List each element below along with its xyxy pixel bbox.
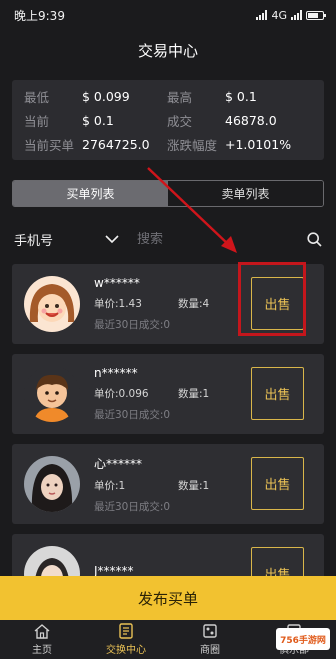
tab-sell-orders[interactable]: 卖单列表 xyxy=(168,181,323,206)
order-tabs: 买单列表 卖单列表 xyxy=(12,180,324,207)
status-time: 晚上9:39 xyxy=(14,8,65,23)
stat-label: 涨跌幅度 xyxy=(167,138,218,153)
status-indicators: 4G xyxy=(256,8,326,22)
list-item: w****** 单价:1.43 数量:4 最近30日成交:0 出售 xyxy=(12,264,324,344)
signal-icon xyxy=(256,10,268,20)
quantity: 数量:4 xyxy=(178,298,210,310)
chevron-down-icon xyxy=(105,234,119,244)
stat-label: 最低 xyxy=(24,90,50,105)
unit-price: 单价:0.096 xyxy=(94,388,149,400)
nav-item-exchange[interactable]: 交换中心 xyxy=(84,620,168,659)
publish-buy-order-button[interactable]: 发布买单 xyxy=(0,576,336,620)
list-item: n****** 单价:0.096 数量:1 最近30日成交:0 出售 xyxy=(12,354,324,434)
market-stats-panel: 最低 $ 0.099 最高 $ 0.1 当前 $ 0.1 成交 46878.0 当前买单… xyxy=(12,80,324,160)
search-input[interactable] xyxy=(137,231,307,247)
list-item: 心****** 单价:1 数量:1 最近30日成交:0 出售 xyxy=(12,444,324,524)
stat-current-buy: 当前买单 2764725.0 xyxy=(24,134,167,155)
avatar xyxy=(24,456,80,512)
stat-label: 成交 xyxy=(167,114,193,129)
shop-icon xyxy=(203,624,217,638)
search-icon[interactable] xyxy=(307,231,322,247)
filter-selected-value: 手机号 xyxy=(14,233,54,249)
stat-label: 最高 xyxy=(167,90,193,105)
battery-icon xyxy=(306,10,326,20)
filter-dropdown[interactable]: 手机号 xyxy=(14,230,137,249)
stat-value: $ 0.1 xyxy=(225,89,257,104)
exchange-icon xyxy=(119,623,133,639)
cell-signal-icon xyxy=(291,10,302,20)
sell-button[interactable]: 出售 xyxy=(251,457,304,510)
stat-value: $ 0.099 xyxy=(82,89,130,104)
stat-low: 最低 $ 0.099 xyxy=(24,86,167,107)
unit-price: 单价:1 xyxy=(94,479,126,492)
stat-value: 46878.0 xyxy=(225,113,277,128)
page-title: 交易中心 xyxy=(137,41,198,60)
nav-label: 商圈 xyxy=(200,645,220,656)
stat-label: 当前 xyxy=(24,114,50,129)
unit-price: 单价:1.43 xyxy=(94,298,142,310)
home-icon xyxy=(34,624,50,639)
status-bar: 晚上9:39 4G xyxy=(0,0,336,30)
stat-label: 当前买单 xyxy=(24,138,75,153)
stat-volume: 成交 46878.0 xyxy=(167,110,312,131)
quantity: 数量:1 xyxy=(178,479,210,492)
watermark-logo: 756手游网 xyxy=(276,628,330,650)
network-label: 4G xyxy=(271,8,287,22)
order-list: w****** 单价:1.43 数量:4 最近30日成交:0 出售 n******… xyxy=(12,264,324,624)
stat-high: 最高 $ 0.1 xyxy=(167,86,312,107)
stat-value: $ 0.1 xyxy=(82,113,114,128)
stat-current: 当前 $ 0.1 xyxy=(24,110,167,131)
nav-label: 交换中心 xyxy=(106,645,146,656)
sell-button[interactable]: 出售 xyxy=(251,277,304,330)
nav-item-shop[interactable]: 商圈 xyxy=(168,620,252,659)
watermark-brand: 756手游网 xyxy=(280,635,326,646)
sell-button[interactable]: 出售 xyxy=(251,367,304,420)
nav-label: 主页 xyxy=(32,645,52,656)
avatar xyxy=(24,276,80,332)
tab-buy-orders[interactable]: 买单列表 xyxy=(13,181,168,206)
stat-value: 2764725.0 xyxy=(82,137,150,152)
avatar xyxy=(24,366,80,422)
stat-change: 涨跌幅度 +1.0101% xyxy=(167,134,312,155)
nav-item-home[interactable]: 主页 xyxy=(0,620,84,659)
stat-value: +1.0101% xyxy=(225,137,292,152)
search-bar: 手机号 xyxy=(0,217,336,261)
quantity: 数量:1 xyxy=(178,388,210,400)
